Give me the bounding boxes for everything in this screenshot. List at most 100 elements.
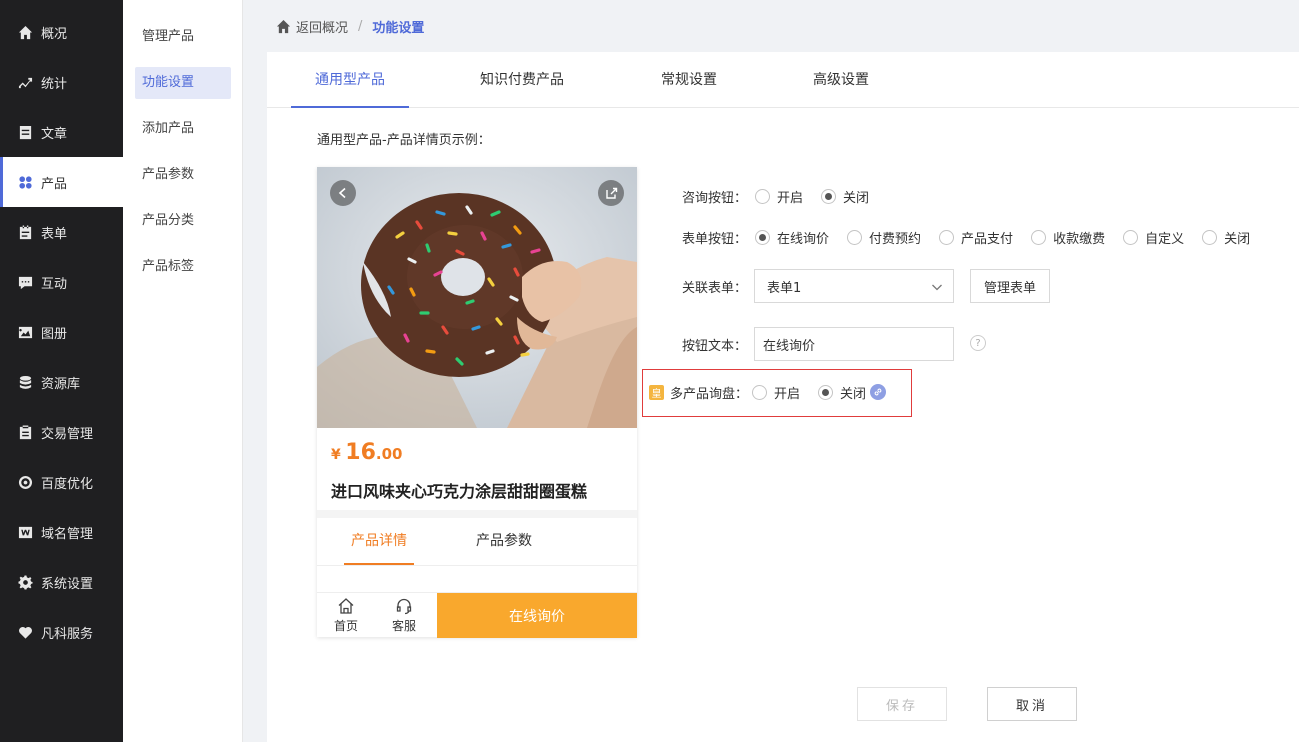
button-text-row: 按钮文本： xyxy=(682,335,747,354)
sidebar-item-articles[interactable]: 文章 xyxy=(0,107,123,157)
price-card: ¥ 16.00 进口风味夹心巧克力涂层甜甜圈蛋糕 xyxy=(317,428,637,510)
linked-form-value: 表单1 xyxy=(767,280,802,296)
sidebar-item-label: 互动 xyxy=(41,276,68,292)
sidebar-item-label: 资源库 xyxy=(41,376,81,392)
breadcrumb-separator: / xyxy=(358,18,363,34)
article-icon xyxy=(17,124,33,140)
database-icon xyxy=(17,374,33,390)
tab-product-params[interactable]: 产品参数 xyxy=(469,518,539,565)
product-icon xyxy=(17,174,33,190)
sidebar-item-products[interactable]: 产品 xyxy=(0,157,123,207)
tab-advanced-settings[interactable]: 高级设置 xyxy=(794,52,888,108)
tab-regular-settings[interactable]: 常规设置 xyxy=(642,52,736,108)
sidebar-item-label: 文章 xyxy=(41,126,68,142)
radio-label: 付费预约 xyxy=(869,231,922,247)
sidebar-item-label: 凡科服务 xyxy=(41,626,94,642)
sidebar-item-orders[interactable]: 交易管理 xyxy=(0,407,123,457)
form-button-product-payment-radio[interactable]: 产品支付 xyxy=(939,228,1013,247)
customer-service-button[interactable]: 客服 xyxy=(375,593,433,638)
linked-form-select[interactable]: 表单1 xyxy=(754,269,954,303)
sidebar-item-label: 交易管理 xyxy=(41,426,94,442)
breadcrumb-current: 功能设置 xyxy=(372,20,425,36)
sidebar-item-label: 统计 xyxy=(41,76,68,92)
sidebar-item-services[interactable]: 凡科服务 xyxy=(0,607,123,657)
submenu-item-function-settings[interactable]: 功能设置 xyxy=(135,67,231,99)
form-button-label: 表单按钮： xyxy=(682,231,748,247)
linked-form-row: 关联表单： xyxy=(682,277,748,296)
radio-label: 产品支付 xyxy=(961,231,1014,247)
form-button-custom-radio[interactable]: 自定义 xyxy=(1123,228,1184,247)
sidebar-item-seo[interactable]: 百度优化 xyxy=(0,457,123,507)
preview-bottom-bar: 首页 客服 在线询价 xyxy=(317,592,637,638)
sidebar-item-stats[interactable]: 统计 xyxy=(0,57,123,107)
sidebar-item-domain[interactable]: 域名管理 xyxy=(0,507,123,557)
submenu-item-add-product[interactable]: 添加产品 xyxy=(135,113,231,145)
home-button[interactable]: 首页 xyxy=(317,593,375,638)
radio-label: 自定义 xyxy=(1145,231,1185,247)
button-text-input[interactable] xyxy=(754,327,954,361)
sidebar-item-label: 系统设置 xyxy=(41,576,94,592)
home-icon[interactable] xyxy=(276,19,291,34)
form-button-paid-booking-radio[interactable]: 付费预约 xyxy=(847,228,921,247)
sidebar-item-label: 图册 xyxy=(41,326,68,342)
album-icon xyxy=(17,324,33,340)
share-icon[interactable] xyxy=(598,180,624,206)
radio-label: 关闭 xyxy=(1224,231,1251,247)
tab-product-detail[interactable]: 产品详情 xyxy=(344,518,414,565)
sidebar-item-label: 百度优化 xyxy=(41,476,94,492)
form-button-online-inquiry-radio[interactable]: 在线询价 xyxy=(755,228,829,247)
order-icon xyxy=(17,424,33,440)
cancel-button[interactable]: 取消 xyxy=(987,687,1077,721)
stats-icon xyxy=(17,74,33,90)
submenu-item-product-params[interactable]: 产品参数 xyxy=(135,159,231,191)
sidebar-item-forms[interactable]: 表单 xyxy=(0,207,123,257)
manage-forms-button[interactable]: 管理表单 xyxy=(970,269,1050,303)
multi-inquiry-on-radio[interactable]: 开启 xyxy=(752,383,800,402)
price-decimal: .00 xyxy=(375,445,403,463)
sidebar-item-interaction[interactable]: 互动 xyxy=(0,257,123,307)
sidebar-item-settings[interactable]: 系统设置 xyxy=(0,557,123,607)
save-button[interactable]: 保存 xyxy=(857,687,947,721)
linked-form-label: 关联表单： xyxy=(682,280,748,296)
tab-knowledge-product[interactable]: 知识付费产品 xyxy=(462,52,582,108)
consult-off-radio[interactable]: 关闭 xyxy=(821,187,869,206)
sidebar-item-album[interactable]: 图册 xyxy=(0,307,123,357)
form-icon xyxy=(17,224,33,240)
breadcrumb: 返回概况 / 功能设置 xyxy=(243,0,1299,52)
multi-inquiry-off-radio[interactable]: 关闭 xyxy=(818,383,866,402)
submenu-item-product-tags[interactable]: 产品标签 xyxy=(135,251,231,283)
form-button-fee-payment-radio[interactable]: 收款缴费 xyxy=(1031,228,1105,247)
form-button-off-radio[interactable]: 关闭 xyxy=(1202,228,1250,247)
sidebar-item-label: 概况 xyxy=(41,26,68,42)
donut-image xyxy=(317,167,637,428)
sidebar-item-label: 产品 xyxy=(41,176,68,192)
radio-label: 关闭 xyxy=(840,386,867,402)
chevron-down-icon xyxy=(932,284,942,291)
link-icon[interactable] xyxy=(870,384,887,400)
product-name: 进口风味夹心巧克力涂层甜甜圈蛋糕 xyxy=(331,482,588,501)
sidebar-item-overview[interactable]: 概况 xyxy=(0,7,123,57)
submenu-item-manage-products[interactable]: 管理产品 xyxy=(135,21,231,53)
online-inquiry-button[interactable]: 在线询价 xyxy=(437,593,637,638)
consult-on-radio[interactable]: 开启 xyxy=(755,187,803,206)
home-outline-icon xyxy=(338,598,354,614)
sidebar-item-resources[interactable]: 资源库 xyxy=(0,357,123,407)
consult-button-row: 咨询按钮： 开启 关闭 xyxy=(682,187,887,206)
product-price: ¥ 16.00 xyxy=(331,440,402,465)
detail-content xyxy=(317,566,637,592)
headset-icon xyxy=(396,598,412,615)
sidebar-item-label: 域名管理 xyxy=(41,526,94,542)
form-button-row: 表单按钮： 在线询价 付费预约 产品支付 收款缴费 自定义 关闭 xyxy=(682,228,1250,247)
breadcrumb-back-link[interactable]: 返回概况 xyxy=(296,17,348,36)
back-arrow-icon[interactable] xyxy=(330,180,356,206)
help-icon[interactable]: ? xyxy=(970,335,986,351)
service-label: 客服 xyxy=(391,619,416,633)
product-submenu: 管理产品 功能设置 添加产品 产品参数 产品分类 产品标签 xyxy=(123,0,243,742)
multi-inquiry-row: 皇 多产品询盘： 开启 关闭 xyxy=(649,383,887,402)
tab-general-product[interactable]: 通用型产品 xyxy=(291,52,409,108)
gear-icon xyxy=(17,574,33,590)
radio-label: 在线询价 xyxy=(777,231,830,247)
consult-button-label: 咨询按钮： xyxy=(682,190,748,206)
product-detail-preview: ¥ 16.00 进口风味夹心巧克力涂层甜甜圈蛋糕 产品详情 产品参数 首页 客服… xyxy=(317,167,637,638)
submenu-item-product-categories[interactable]: 产品分类 xyxy=(135,205,231,237)
